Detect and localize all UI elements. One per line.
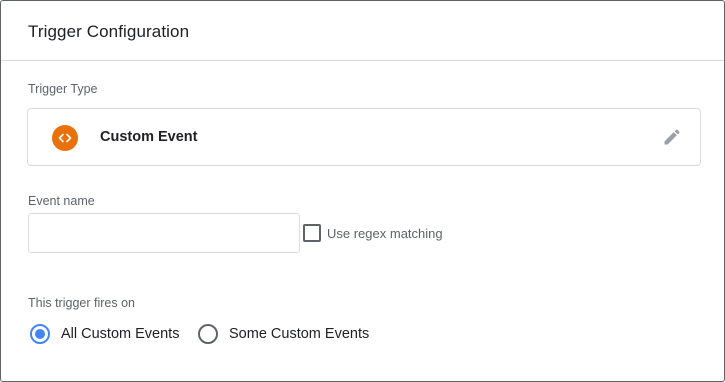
- trigger-type-card[interactable]: Custom Event: [27, 108, 701, 166]
- event-name-label: Event name: [28, 194, 95, 208]
- regex-checkbox-label: Use regex matching: [327, 225, 443, 241]
- trigger-configuration-panel: Trigger Configuration Trigger Type Custo…: [0, 0, 725, 382]
- radio-label-all: All Custom Events: [61, 326, 180, 342]
- trigger-type-name: Custom Event: [100, 129, 198, 145]
- regex-checkbox-option[interactable]: Use regex matching: [303, 223, 443, 243]
- radio-button[interactable]: [198, 324, 218, 344]
- panel-title: Trigger Configuration: [28, 22, 190, 41]
- fires-on-label: This trigger fires on: [28, 296, 135, 310]
- radio-label-some: Some Custom Events: [229, 326, 370, 342]
- event-name-input[interactable]: [28, 213, 300, 253]
- radio-button-selected[interactable]: [30, 324, 50, 344]
- code-brackets-icon: [52, 125, 78, 151]
- radio-some-custom-events[interactable]: Some Custom Events: [198, 323, 369, 345]
- regex-checkbox[interactable]: [303, 224, 321, 242]
- panel-header: Trigger Configuration: [1, 1, 724, 61]
- radio-all-custom-events[interactable]: All Custom Events: [30, 323, 179, 345]
- trigger-type-label: Trigger Type: [28, 82, 98, 96]
- pencil-icon[interactable]: [662, 127, 682, 147]
